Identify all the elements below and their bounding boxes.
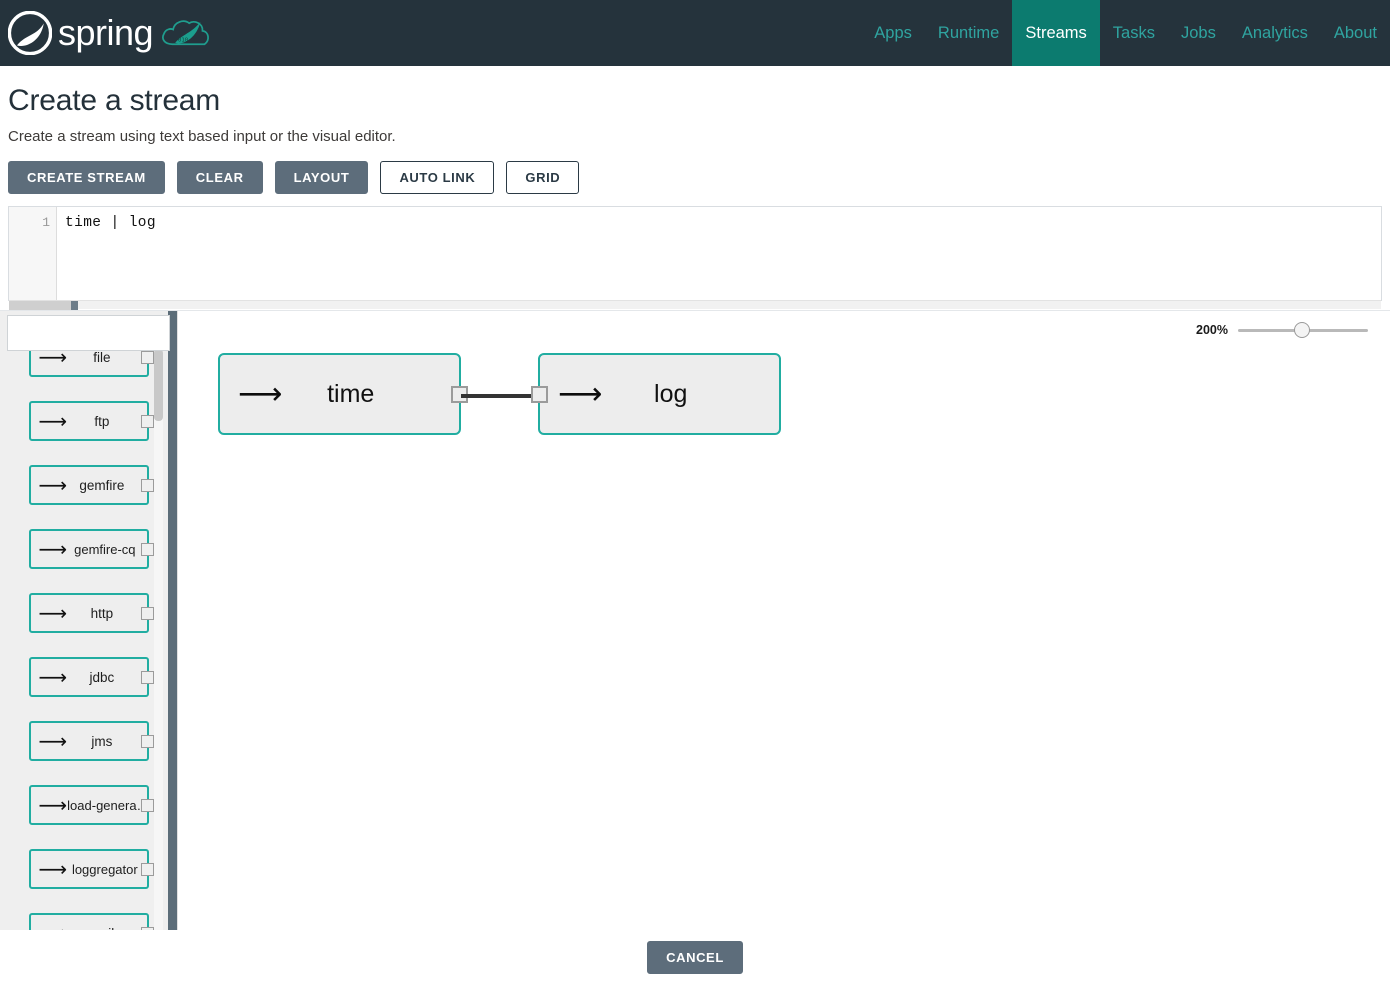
nav-link-streams[interactable]: Streams <box>1012 0 1100 66</box>
maps-to-arrow-icon: ⟶ <box>38 601 68 625</box>
layout-button[interactable]: LAYOUT <box>274 161 369 194</box>
auto-link-button[interactable]: AUTO LINK <box>380 161 495 194</box>
palette-item-gemfire-cq[interactable]: ⟶ gemfire-cq <box>28 529 154 569</box>
nav-link-apps[interactable]: Apps <box>861 0 925 66</box>
palette-item-port[interactable] <box>140 543 154 556</box>
app-palette: ⟶ file ⟶ ftp ⟶ gemfire ⟶ gemfire-cq ⟶ ht… <box>0 311 178 940</box>
svg-text:010: 010 <box>178 37 188 43</box>
palette-item-label: jdbc <box>89 669 115 685</box>
graph-node-input-port[interactable] <box>531 386 548 403</box>
maps-to-arrow-icon: ⟶ <box>38 473 68 497</box>
graph-node-label: log <box>654 379 688 408</box>
palette-scrollbar[interactable] <box>154 343 163 940</box>
cancel-button[interactable]: CANCEL <box>647 941 743 974</box>
flo-canvas[interactable]: 200% ⟶ time ⟶ log <box>178 311 1390 940</box>
palette-item-label: file <box>93 349 111 365</box>
palette-item-port[interactable] <box>140 671 154 684</box>
palette-item-label: gemfire <box>79 477 125 493</box>
editor-line-numbers: 1 <box>9 207 57 300</box>
editor-scrollbar-grip[interactable] <box>71 301 78 310</box>
palette-scrollbar-thumb[interactable] <box>154 349 163 421</box>
palette-item-label: loggregator <box>71 861 138 877</box>
palette-item-label: load-genera… <box>67 797 147 813</box>
palette-canvas-divider[interactable] <box>168 311 177 940</box>
grid-button[interactable]: GRID <box>506 161 580 194</box>
palette-item-ftp[interactable]: ⟶ ftp <box>28 401 154 441</box>
nav-link-jobs[interactable]: Jobs <box>1168 0 1229 66</box>
palette-item-port[interactable] <box>140 351 154 364</box>
palette-item-label: http <box>90 605 114 621</box>
maps-to-arrow-icon: ⟶ <box>38 409 68 433</box>
page-head: Create a stream Create a stream using te… <box>0 66 1390 145</box>
palette-item-label: gemfire-cq <box>74 541 136 557</box>
graph-link-time-to-log[interactable] <box>461 394 538 398</box>
zoom-slider[interactable] <box>1238 322 1368 338</box>
page-subtitle: Create a stream using text based input o… <box>8 128 396 145</box>
palette-item-http[interactable]: ⟶ http <box>28 593 154 633</box>
top-navbar: spring 010 Apps Runtime Streams Tasks Jo… <box>0 0 1390 66</box>
palette-item-jms[interactable]: ⟶ jms <box>28 721 154 761</box>
palette-item-list: ⟶ file ⟶ ftp ⟶ gemfire ⟶ gemfire-cq ⟶ ht… <box>0 337 177 940</box>
nav-link-analytics[interactable]: Analytics <box>1229 0 1321 66</box>
palette-item-load-generator[interactable]: ⟶ load-genera… <box>28 785 154 825</box>
editor-scrollbar-thumb[interactable] <box>9 301 71 310</box>
stream-designer: ⟶ file ⟶ ftp ⟶ gemfire ⟶ gemfire-cq ⟶ ht… <box>0 310 1390 940</box>
palette-item-gemfire[interactable]: ⟶ gemfire <box>28 465 154 505</box>
editor-code-text[interactable]: time | log <box>57 207 1381 300</box>
maps-to-arrow-icon: ⟶ <box>238 375 283 412</box>
palette-item-port[interactable] <box>140 479 154 492</box>
graph-node-log[interactable]: ⟶ log <box>531 353 781 435</box>
maps-to-arrow-icon: ⟶ <box>38 665 68 689</box>
nav-link-about[interactable]: About <box>1321 0 1390 66</box>
nav-link-runtime[interactable]: Runtime <box>925 0 1012 66</box>
editor-horizontal-scrollbar[interactable] <box>9 300 1381 310</box>
nav-link-tasks[interactable]: Tasks <box>1100 0 1168 66</box>
page-title: Create a stream <box>8 84 221 117</box>
create-stream-button[interactable]: CREATE STREAM <box>8 161 165 194</box>
maps-to-arrow-icon: ⟶ <box>38 729 68 753</box>
nav-links: Apps Runtime Streams Tasks Jobs Analytic… <box>861 0 1390 66</box>
footer: CANCEL <box>0 930 1390 985</box>
maps-to-arrow-icon: ⟶ <box>38 537 68 561</box>
zoom-control: 200% <box>1196 322 1368 338</box>
palette-item-port[interactable] <box>140 735 154 748</box>
brand[interactable]: spring 010 <box>8 0 213 66</box>
zoom-slider-thumb[interactable] <box>1294 322 1310 338</box>
spring-leaf-logo-icon <box>8 11 52 55</box>
zoom-level-label: 200% <box>1196 323 1228 337</box>
palette-item-label: jms <box>91 733 113 749</box>
graph-node-label: time <box>327 379 375 408</box>
palette-item-port[interactable] <box>140 799 154 812</box>
toolbar: CREATE STREAM CLEAR LAYOUT AUTO LINK GRI… <box>0 161 1390 194</box>
stream-definition-editor[interactable]: 1 time | log <box>8 206 1382 310</box>
palette-item-jdbc[interactable]: ⟶ jdbc <box>28 657 154 697</box>
palette-item-port[interactable] <box>140 607 154 620</box>
palette-item-loggregator[interactable]: ⟶ loggregator <box>28 849 154 889</box>
graph-node-time[interactable]: ⟶ time <box>218 353 468 435</box>
data-flow-cloud-icon: 010 <box>162 20 209 46</box>
maps-to-arrow-icon: ⟶ <box>38 857 68 881</box>
palette-item-port[interactable] <box>140 415 154 428</box>
maps-to-arrow-icon: ⟶ <box>558 375 603 412</box>
clear-button[interactable]: CLEAR <box>176 161 263 194</box>
brand-wordmark: spring <box>58 12 154 53</box>
palette-item-label: ftp <box>94 413 110 429</box>
maps-to-arrow-icon: ⟶ <box>38 793 68 817</box>
palette-item-port[interactable] <box>140 863 154 876</box>
palette-search-input[interactable] <box>7 315 170 351</box>
